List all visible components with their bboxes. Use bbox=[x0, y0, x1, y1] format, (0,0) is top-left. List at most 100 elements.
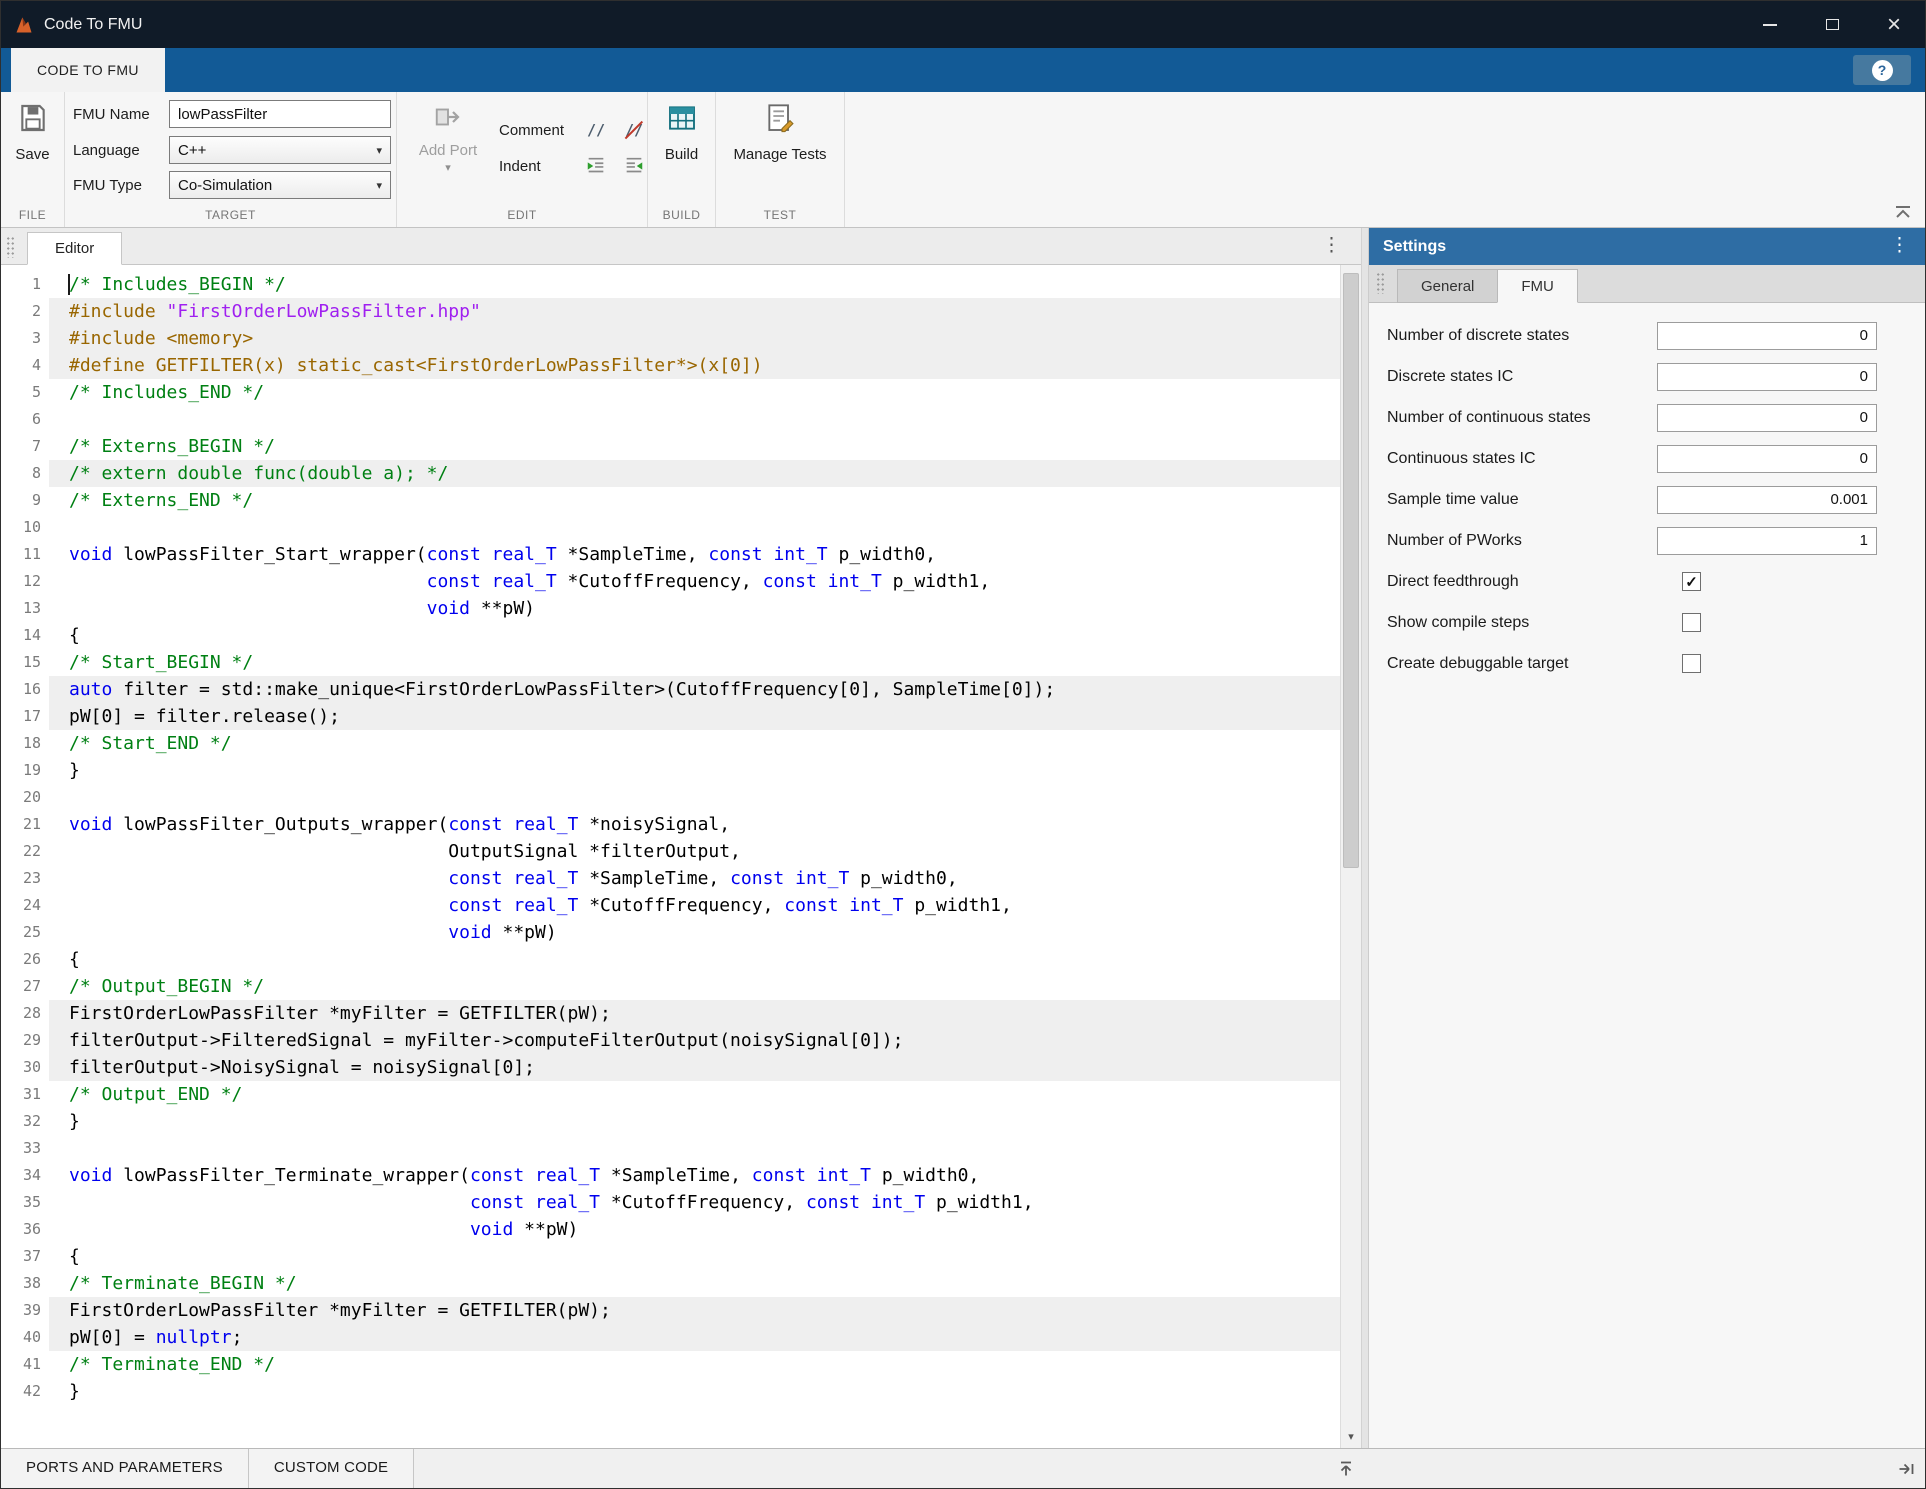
editor-menu-button[interactable]: ⋮ bbox=[1322, 234, 1341, 257]
drag-handle-icon[interactable] bbox=[6, 236, 15, 258]
code-line-17[interactable]: 17pW[0] = filter.release(); bbox=[1, 703, 1340, 730]
add-port-button[interactable]: Add Port ▾ bbox=[407, 102, 489, 172]
code-line-27[interactable]: 27/* Output_BEGIN */ bbox=[1, 973, 1340, 1000]
line-number: 33 bbox=[1, 1135, 41, 1162]
code-line-1[interactable]: 1/* Includes_BEGIN */ bbox=[1, 271, 1340, 298]
settings-menu-button[interactable]: ⋮ bbox=[1890, 234, 1909, 257]
code-line-42[interactable]: 42} bbox=[1, 1378, 1340, 1405]
code-line-14[interactable]: 14{ bbox=[1, 622, 1340, 649]
settings-row-9: Create debuggable target bbox=[1369, 643, 1925, 684]
code-line-26[interactable]: 26{ bbox=[1, 946, 1340, 973]
code-line-10[interactable]: 10 bbox=[1, 514, 1340, 541]
language-dropdown[interactable]: C++ ▾ bbox=[169, 136, 391, 164]
indent-left-icon bbox=[622, 155, 646, 177]
tab-custom-code[interactable]: CUSTOM CODE bbox=[249, 1449, 414, 1488]
code-line-39[interactable]: 39FirstOrderLowPassFilter *myFilter = GE… bbox=[1, 1297, 1340, 1324]
close-button[interactable]: × bbox=[1863, 1, 1925, 48]
code-text: void **pW) bbox=[49, 1216, 1340, 1243]
fmu-name-input[interactable] bbox=[169, 100, 391, 128]
code-line-24[interactable]: 24 const real_T *CutoffFrequency, const … bbox=[1, 892, 1340, 919]
code-line-36[interactable]: 36 void **pW) bbox=[1, 1216, 1340, 1243]
code-line-30[interactable]: 30filterOutput->NoisySignal = noisySigna… bbox=[1, 1054, 1340, 1081]
code-line-35[interactable]: 35 const real_T *CutoffFrequency, const … bbox=[1, 1189, 1340, 1216]
code-line-8[interactable]: 8/* extern double func(double a); */ bbox=[1, 460, 1340, 487]
tab-code-to-fmu[interactable]: CODE TO FMU bbox=[11, 48, 165, 92]
editor-scrollbar[interactable]: ▾ bbox=[1340, 265, 1361, 1448]
manage-tests-button[interactable]: Manage Tests bbox=[716, 102, 844, 163]
comment-button[interactable]: // bbox=[583, 118, 609, 142]
fmu-type-label: FMU Type bbox=[73, 177, 169, 194]
tab-general[interactable]: General bbox=[1397, 269, 1498, 303]
maximize-button[interactable] bbox=[1801, 1, 1863, 48]
code-text: { bbox=[49, 622, 1340, 649]
code-line-25[interactable]: 25 void **pW) bbox=[1, 919, 1340, 946]
settings-row-2: Discrete states IC bbox=[1369, 356, 1925, 397]
indent-left-button[interactable] bbox=[621, 154, 647, 178]
expand-panel-button[interactable] bbox=[1895, 1458, 1917, 1480]
indent-right-button[interactable] bbox=[583, 154, 609, 178]
code-line-18[interactable]: 18/* Start_END */ bbox=[1, 730, 1340, 757]
code-line-6[interactable]: 6 bbox=[1, 406, 1340, 433]
code-line-33[interactable]: 33 bbox=[1, 1135, 1340, 1162]
code-line-5[interactable]: 5/* Includes_END */ bbox=[1, 379, 1340, 406]
code-line-40[interactable]: 40pW[0] = nullptr; bbox=[1, 1324, 1340, 1351]
code-line-20[interactable]: 20 bbox=[1, 784, 1340, 811]
pane-splitter[interactable] bbox=[1361, 228, 1369, 1448]
section-label-target: TARGET bbox=[65, 208, 396, 222]
code-line-21[interactable]: 21void lowPassFilter_Outputs_wrapper(con… bbox=[1, 811, 1340, 838]
code-line-22[interactable]: 22 OutputSignal *filterOutput, bbox=[1, 838, 1340, 865]
code-line-13[interactable]: 13 void **pW) bbox=[1, 595, 1340, 622]
tab-fmu[interactable]: FMU bbox=[1497, 269, 1578, 303]
settings-input[interactable] bbox=[1657, 527, 1877, 555]
code-line-11[interactable]: 11void lowPassFilter_Start_wrapper(const… bbox=[1, 541, 1340, 568]
settings-input[interactable] bbox=[1657, 486, 1877, 514]
scrollbar-thumb[interactable] bbox=[1343, 273, 1359, 868]
settings-input[interactable] bbox=[1657, 404, 1877, 432]
code-line-41[interactable]: 41/* Terminate_END */ bbox=[1, 1351, 1340, 1378]
settings-drag-handle-icon[interactable] bbox=[1376, 272, 1385, 294]
settings-input[interactable] bbox=[1657, 445, 1877, 473]
minimize-button[interactable] bbox=[1739, 1, 1801, 48]
code-line-12[interactable]: 12 const real_T *CutoffFrequency, const … bbox=[1, 568, 1340, 595]
code-line-15[interactable]: 15/* Start_BEGIN */ bbox=[1, 649, 1340, 676]
code-editor[interactable]: 1/* Includes_BEGIN */2#include "FirstOrd… bbox=[1, 265, 1361, 1448]
tab-ports-and-parameters[interactable]: PORTS AND PARAMETERS bbox=[1, 1449, 249, 1488]
code-line-32[interactable]: 32} bbox=[1, 1108, 1340, 1135]
code-line-4[interactable]: 4#define GETFILTER(x) static_cast<FirstO… bbox=[1, 352, 1340, 379]
code-line-38[interactable]: 38/* Terminate_BEGIN */ bbox=[1, 1270, 1340, 1297]
line-number: 17 bbox=[1, 703, 41, 730]
code-line-3[interactable]: 3#include <memory> bbox=[1, 325, 1340, 352]
code-line-34[interactable]: 34void lowPassFilter_Terminate_wrapper(c… bbox=[1, 1162, 1340, 1189]
code-text: /* Output_END */ bbox=[49, 1081, 1340, 1108]
code-line-19[interactable]: 19} bbox=[1, 757, 1340, 784]
code-line-29[interactable]: 29filterOutput->FilteredSignal = myFilte… bbox=[1, 1027, 1340, 1054]
code-line-28[interactable]: 28FirstOrderLowPassFilter *myFilter = GE… bbox=[1, 1000, 1340, 1027]
code-line-37[interactable]: 37{ bbox=[1, 1243, 1340, 1270]
help-button[interactable]: ? bbox=[1853, 55, 1911, 85]
build-button[interactable]: Build bbox=[648, 102, 715, 163]
fmu-type-dropdown[interactable]: Co-Simulation ▾ bbox=[169, 171, 391, 199]
code-line-16[interactable]: 16auto filter = std::make_unique<FirstOr… bbox=[1, 676, 1340, 703]
scroll-down-button[interactable]: ▾ bbox=[1341, 1426, 1361, 1448]
code-line-7[interactable]: 7/* Externs_BEGIN */ bbox=[1, 433, 1340, 460]
settings-checkbox[interactable] bbox=[1682, 654, 1701, 673]
code-text: /* Externs_BEGIN */ bbox=[49, 433, 1340, 460]
code-text: const real_T *CutoffFrequency, const int… bbox=[49, 1189, 1340, 1216]
code-text: const real_T *CutoffFrequency, const int… bbox=[49, 892, 1340, 919]
collapse-ribbon-icon bbox=[1893, 205, 1913, 220]
code-line-23[interactable]: 23 const real_T *SampleTime, const int_T… bbox=[1, 865, 1340, 892]
uncomment-button[interactable]: // bbox=[621, 118, 647, 142]
code-line-31[interactable]: 31/* Output_END */ bbox=[1, 1081, 1340, 1108]
save-button[interactable]: Save bbox=[1, 102, 64, 163]
collapse-ribbon-button[interactable] bbox=[1891, 203, 1915, 221]
settings-input[interactable] bbox=[1657, 363, 1877, 391]
restore-editor-button[interactable] bbox=[1335, 1458, 1357, 1480]
tab-editor[interactable]: Editor bbox=[27, 232, 122, 265]
code-line-2[interactable]: 2#include "FirstOrderLowPassFilter.hpp" bbox=[1, 298, 1340, 325]
line-number: 20 bbox=[1, 784, 41, 811]
settings-checkbox[interactable]: ✓ bbox=[1682, 572, 1701, 591]
settings-input[interactable] bbox=[1657, 322, 1877, 350]
settings-checkbox[interactable] bbox=[1682, 613, 1701, 632]
code-text: #define GETFILTER(x) static_cast<FirstOr… bbox=[49, 352, 1340, 379]
code-line-9[interactable]: 9/* Externs_END */ bbox=[1, 487, 1340, 514]
